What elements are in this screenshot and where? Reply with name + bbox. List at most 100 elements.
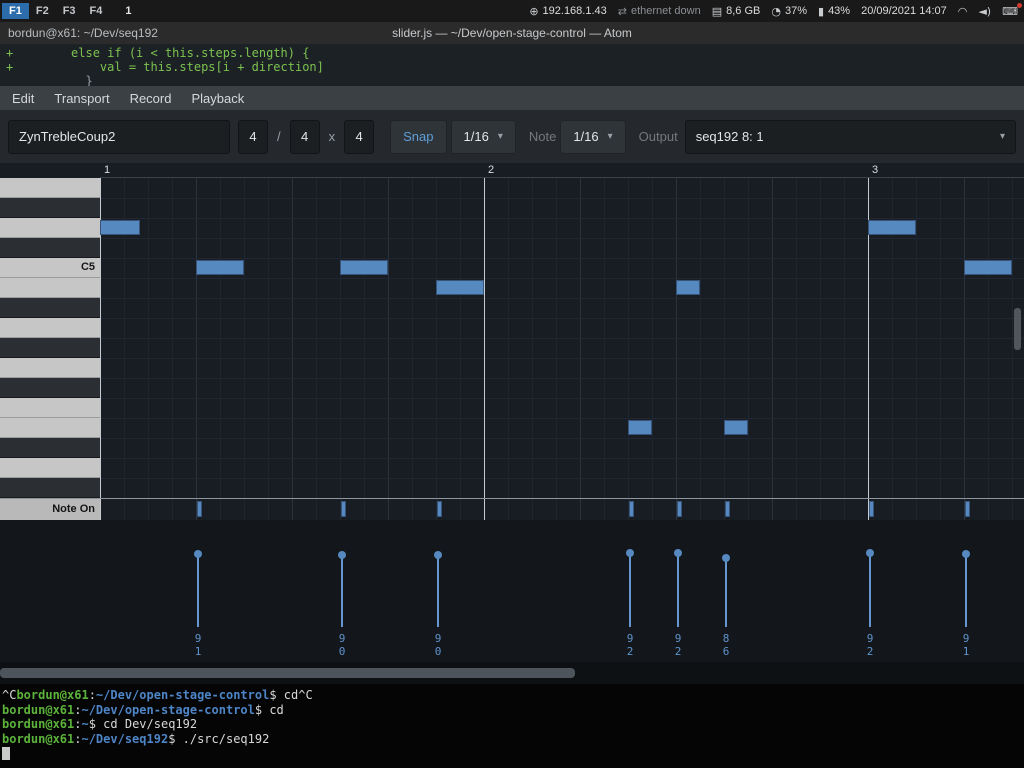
piano-key-c5[interactable]: C5 [0, 258, 100, 278]
midi-note[interactable] [436, 280, 484, 295]
note-on-separator [100, 498, 1024, 499]
menu-transport[interactable]: Transport [44, 88, 119, 109]
velocity-handle[interactable] [866, 549, 874, 557]
terminal-cursor-line [2, 746, 1022, 761]
velocity-handle[interactable] [962, 550, 970, 558]
midi-note[interactable] [676, 280, 700, 295]
midi-note[interactable] [724, 420, 748, 435]
piano-key-g4[interactable] [0, 358, 100, 378]
timeline-ruler[interactable]: 123 [100, 163, 1024, 178]
grid-line [172, 178, 173, 520]
workspace-tab-f1[interactable]: F1 [2, 3, 29, 19]
piano-key-b4[interactable] [0, 278, 100, 298]
velocity-stem[interactable] [437, 555, 439, 627]
grid-row-line [100, 438, 1024, 439]
piano-key-f4[interactable] [0, 398, 100, 418]
velocity-stem[interactable] [197, 554, 199, 627]
piano-key-cs5[interactable] [0, 238, 100, 258]
menu-edit[interactable]: Edit [2, 88, 44, 109]
note-on-tick[interactable] [725, 501, 730, 517]
velocity-pane[interactable]: 9 19 09 09 29 28 69 29 1 [0, 520, 1024, 662]
terminal-text: bordun@x61 [2, 703, 74, 717]
midi-note[interactable] [964, 260, 1012, 275]
velocity-stem[interactable] [677, 553, 679, 627]
grid-line [988, 178, 989, 520]
velocity-value: 9 1 [190, 632, 206, 658]
volume-icon[interactable]: ◄) [978, 5, 991, 18]
measures-input[interactable]: 4 [344, 120, 374, 154]
snap-toggle-button[interactable]: Snap [390, 120, 446, 154]
piano-key-d4[interactable] [0, 458, 100, 478]
note-on-tick[interactable] [341, 501, 346, 517]
workspace-tab-f2[interactable]: F2 [29, 3, 56, 19]
note-on-tick[interactable] [629, 501, 634, 517]
note-on-tick[interactable] [437, 501, 442, 517]
workspace-tab-f4[interactable]: F4 [83, 3, 110, 19]
menu-playback[interactable]: Playback [181, 88, 254, 109]
terminal-window[interactable]: ^Cbordun@x61:~/Dev/open-stage-control$ c… [0, 684, 1024, 768]
piano-key-ds4[interactable] [0, 438, 100, 458]
piano-key-d5[interactable] [0, 218, 100, 238]
beats-per-measure-input[interactable]: 4 [238, 120, 268, 154]
velocity-value: 8 6 [718, 632, 734, 658]
velocity-stem[interactable] [629, 553, 631, 627]
grid-line [340, 178, 341, 520]
piano-key-fs4[interactable] [0, 378, 100, 398]
midi-note[interactable] [196, 260, 244, 275]
note-grid[interactable] [100, 178, 1024, 520]
piano-key-gs4[interactable] [0, 338, 100, 358]
piano-key-e4[interactable] [0, 418, 100, 438]
piano-key-a4[interactable] [0, 318, 100, 338]
keyboard-layout-icon[interactable]: ⌨ [1002, 5, 1018, 18]
horizontal-scrollbar[interactable] [0, 662, 1024, 684]
vertical-scrollbar-thumb[interactable] [1014, 308, 1021, 350]
velocity-handle[interactable] [338, 551, 346, 559]
grid-line [220, 178, 221, 520]
midi-note[interactable] [340, 260, 388, 275]
velocity-stem[interactable] [869, 553, 871, 627]
piano-key-as4[interactable] [0, 298, 100, 318]
velocity-handle[interactable] [722, 554, 730, 562]
grid-line [244, 178, 245, 520]
grid-line [532, 178, 533, 520]
note-on-tick[interactable] [677, 501, 682, 517]
piano-key-cs4[interactable] [0, 478, 100, 498]
grid-line [796, 178, 797, 520]
beat-width-input[interactable]: 4 [290, 120, 320, 154]
note-on-tick[interactable] [869, 501, 874, 517]
code-line: } [6, 74, 1024, 86]
output-select[interactable]: seq192 8: 1 ▾ [685, 120, 1016, 154]
beats-separator: / [268, 129, 290, 144]
keyboard-glyph: ⌨ [1002, 5, 1018, 18]
seq192-menu-bar: Edit Transport Record Playback [0, 86, 1024, 110]
grid-line [676, 178, 677, 520]
horizontal-scrollbar-thumb[interactable] [0, 668, 575, 678]
grid-line [964, 178, 965, 520]
midi-note[interactable] [100, 220, 140, 235]
menu-record[interactable]: Record [120, 88, 182, 109]
workspace-switcher: F1 F2 F3 F4 1 [2, 3, 132, 19]
wifi-icon[interactable]: ◠ [958, 5, 968, 18]
workspace-tab-f3[interactable]: F3 [56, 3, 83, 19]
note-on-tick[interactable] [197, 501, 202, 517]
velocity-handle[interactable] [434, 551, 442, 559]
sequence-name-input[interactable]: ZynTrebleCoup2 [8, 120, 230, 154]
piano-key-e5[interactable] [0, 178, 100, 198]
atom-window-title: slider.js — ~/Dev/open-stage-control — A… [0, 26, 1024, 40]
atom-editor-view[interactable]: + else if (i < this.steps.length) {+ val… [0, 44, 1024, 86]
velocity-handle[interactable] [194, 550, 202, 558]
velocity-stem[interactable] [965, 554, 967, 627]
note-on-tick[interactable] [965, 501, 970, 517]
snap-size-select[interactable]: 1/16 ▾ [451, 120, 516, 154]
grid-row-line [100, 298, 1024, 299]
piano-key-ds5[interactable] [0, 198, 100, 218]
midi-note[interactable] [628, 420, 652, 435]
velocity-handle[interactable] [626, 549, 634, 557]
velocity-stem[interactable] [725, 558, 727, 627]
velocity-handle[interactable] [674, 549, 682, 557]
midi-note[interactable] [868, 220, 916, 235]
ip-text: 192.168.1.43 [543, 5, 607, 17]
note-length-select[interactable]: 1/16 ▾ [560, 120, 625, 154]
window-title-bar: bordun@x61: ~/Dev/seq192 slider.js — ~/D… [0, 22, 1024, 44]
velocity-stem[interactable] [341, 555, 343, 627]
